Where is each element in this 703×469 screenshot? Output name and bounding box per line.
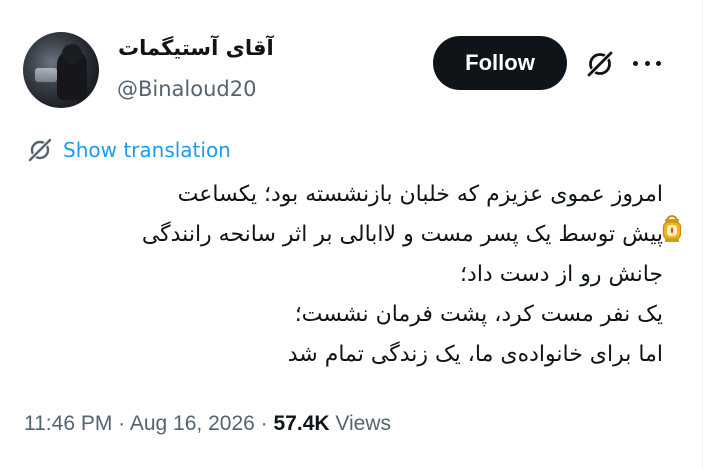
more-dot [656,61,661,66]
more-dot [644,61,650,66]
views-label: Views [335,412,392,435]
tweet-meta: 11:46 PM · Aug 16, 2026 · 57.4K Views [24,412,391,436]
lantern-emoji-icon [662,215,682,242]
tweet-text: امروز عموی عزیزم که خلبان بازنشسته بود؛ … [23,175,663,375]
tweet-line: پیش توسط یک پسر مست و لاابالی بر اثر سان… [141,222,663,247]
avatar-screen-glow [35,68,57,82]
user-handle[interactable]: @Binaloud20 [117,77,256,101]
more-icon[interactable] [633,61,661,69]
more-dot [633,61,638,66]
tweet-time[interactable]: 11:46 PM [24,412,112,435]
show-translation-label: Show translation [63,138,231,162]
tweet-line: امروز عموی عزیزم که خلبان بازنشسته بود؛ … [177,182,663,207]
display-name[interactable]: آقای آستیگمات [118,36,274,60]
meta-separator: · [118,412,126,435]
views-count: 57.4K [273,412,330,435]
avatar-head [62,44,82,64]
follow-button[interactable]: Follow [433,36,567,90]
grok-icon[interactable] [585,49,615,79]
meta-separator: · [260,412,268,435]
tweet-date[interactable]: Aug 16, 2026 [130,412,255,435]
show-translation-link[interactable]: Show translation [27,137,231,163]
tweet-line: یک نفر مست کرد، پشت فرمان نشست؛ [294,302,663,327]
translate-icon [28,138,52,162]
tweet-line: جانش رو از دست داد؛ [460,262,663,287]
avatar[interactable] [23,32,99,108]
tweet-line: اما برای خانواده‌ی ما، یک زندگی تمام شد [287,342,663,367]
